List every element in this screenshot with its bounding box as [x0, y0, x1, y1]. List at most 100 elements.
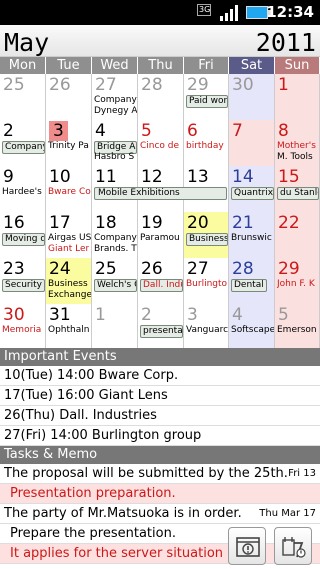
year-title[interactable]: 2011: [256, 28, 316, 57]
today-calendar-button[interactable]: [274, 527, 312, 565]
day-event[interactable]: Exchange: [48, 290, 91, 301]
day-event[interactable]: Burlingto: [186, 279, 227, 290]
calendar-day-cell[interactable]: 3 Trinity Pa: [46, 120, 92, 166]
day-event[interactable]: Memoria: [2, 325, 41, 336]
calendar-day-cell[interactable]: 24 Business Exchange: [46, 258, 92, 304]
calendar-day-cell[interactable]: 25: [0, 74, 46, 120]
important-event-item[interactable]: 26(Thu) Dall. Industries: [0, 406, 320, 426]
day-event[interactable]: Mother's: [277, 141, 316, 152]
day-event[interactable]: Dental: [231, 279, 267, 292]
calendar-day-cell[interactable]: 22: [275, 212, 320, 258]
day-event[interactable]: Brunswic: [231, 233, 272, 244]
day-event[interactable]: Business: [186, 233, 228, 246]
day-event[interactable]: birthday: [186, 141, 224, 152]
calendar-day-cell[interactable]: 7: [229, 120, 275, 166]
calendar-day-cell[interactable]: 30: [229, 74, 275, 120]
day-event[interactable]: Company: [2, 141, 45, 154]
calendar-day-cell[interactable]: 28: [138, 74, 184, 120]
calendar-day-cell[interactable]: 29 Paid wor: [184, 74, 229, 120]
day-event[interactable]: Hardee's: [2, 187, 42, 198]
day-event[interactable]: Bware Co: [48, 187, 91, 198]
calendar-day-cell[interactable]: 1: [92, 304, 138, 350]
day-event[interactable]: Airgas US: [48, 233, 91, 244]
calendar-day-cell[interactable]: 4 Bridge Ai Hasbro S: [92, 120, 138, 166]
calendar-day-cell[interactable]: 9 Hardee's: [0, 166, 46, 212]
calendar-day-cell[interactable]: 28 Dental: [229, 258, 275, 304]
calendar-day-cell[interactable]: 27 Burlingto: [184, 258, 229, 304]
multi-day-event[interactable]: Mobile Exhibitions: [94, 187, 227, 200]
day-number: 4: [232, 305, 243, 325]
calendar-day-cell[interactable]: 17 Airgas US Giant Ler: [46, 212, 92, 258]
memo-item[interactable]: Presentation preparation.: [0, 484, 320, 504]
day-number: 4: [95, 121, 106, 141]
important-event-item[interactable]: 27(Fri) 14:00 Burlington group: [0, 426, 320, 446]
memo-item[interactable]: It applies for the server situation: [0, 544, 320, 564]
task-item[interactable]: Prepare the presentation.: [0, 524, 320, 544]
calendar-day-cell[interactable]: 15 du Stanle: [275, 166, 320, 212]
day-number: 2: [3, 121, 14, 141]
day-number: 10: [49, 167, 71, 187]
day-event[interactable]: John F. K: [277, 279, 315, 290]
calendar-day-cell[interactable]: 2 Company: [0, 120, 46, 166]
calendar-day-cell[interactable]: 27 Company Dynegy A: [92, 74, 138, 120]
calendar-day-cell[interactable]: 26: [46, 74, 92, 120]
calendar-day-cell[interactable]: 1: [275, 74, 320, 120]
day-event[interactable]: Softscape: [231, 325, 274, 336]
weekday-label: Wed: [92, 57, 138, 74]
day-event[interactable]: Quantrix: [231, 187, 274, 200]
day-event[interactable]: Company: [94, 95, 137, 106]
calendar-day-cell[interactable]: 29 John F. K: [275, 258, 320, 304]
day-event[interactable]: presenta: [140, 325, 183, 338]
task-item[interactable]: The proposal will be submitted by the 25…: [0, 464, 320, 484]
important-event-item[interactable]: 10(Tue) 14:00 Bware Corp.: [0, 366, 320, 386]
calendar-day-cell[interactable]: 31 Ophthaln: [46, 304, 92, 350]
task-item[interactable]: The party of Mr.Matsuoka is in order. Thu…: [0, 504, 320, 524]
day-event[interactable]: Ophthaln: [48, 325, 89, 336]
calendar-day-cell[interactable]: 4 Softscape: [229, 304, 275, 350]
day-event[interactable]: Paid wor: [186, 95, 228, 108]
day-event[interactable]: Company: [94, 233, 137, 244]
important-event-item[interactable]: 17(Tue) 16:00 Giant Lens: [0, 386, 320, 406]
day-number: 17: [49, 213, 71, 233]
alert-button[interactable]: [228, 527, 266, 565]
day-number: 26: [49, 75, 71, 95]
day-event[interactable]: Cinco de: [140, 141, 179, 152]
day-number: 25: [95, 259, 117, 279]
day-event[interactable]: Moving d: [2, 233, 45, 246]
day-event[interactable]: Dynegy A: [94, 106, 137, 117]
day-event[interactable]: du Stanle: [277, 187, 319, 200]
battery-icon: [246, 6, 271, 19]
day-event[interactable]: Dall. Indu: [140, 279, 183, 292]
calendar-day-cell[interactable]: 2 presenta: [138, 304, 184, 350]
day-event[interactable]: Trinity Pa: [48, 141, 89, 152]
day-event[interactable]: Paramou: [140, 233, 180, 244]
weekday-label: Fri: [184, 57, 229, 74]
day-event[interactable]: Brands. T: [94, 244, 137, 255]
calendar-day-cell[interactable]: 8 Mother's M. Tools: [275, 120, 320, 166]
day-event[interactable]: Vanguarc: [186, 325, 228, 336]
calendar-day-cell[interactable]: 30 Memoria: [0, 304, 46, 350]
calendar-day-cell[interactable]: 23 Security: [0, 258, 46, 304]
calendar-day-cell[interactable]: 19 Paramou: [138, 212, 184, 258]
day-event[interactable]: M. Tools: [277, 152, 313, 163]
day-event[interactable]: Security: [2, 279, 45, 292]
calendar-day-cell[interactable]: 20 Business: [184, 212, 229, 258]
calendar-day-cell[interactable]: 21 Brunswic: [229, 212, 275, 258]
calendar-day-cell[interactable]: 3 Vanguarc: [184, 304, 229, 350]
calendar-day-cell[interactable]: 16 Moving d: [0, 212, 46, 258]
calendar-day-cell[interactable]: 6 birthday: [184, 120, 229, 166]
calendar-day-cell[interactable]: 25 Welch's C: [92, 258, 138, 304]
day-event[interactable]: Hasbro S: [94, 152, 134, 163]
day-event[interactable]: Business: [48, 279, 88, 290]
task-date: Thu Mar 17: [259, 508, 316, 519]
calendar-day-cell[interactable]: 5 Cinco de: [138, 120, 184, 166]
day-event[interactable]: Emerson: [277, 325, 317, 336]
calendar-day-cell[interactable]: 26 Dall. Indu: [138, 258, 184, 304]
calendar-day-cell[interactable]: 5 Emerson: [275, 304, 320, 350]
day-event[interactable]: Giant Ler: [48, 244, 89, 255]
month-title[interactable]: May: [4, 28, 49, 57]
calendar-day-cell[interactable]: 14 Quantrix: [229, 166, 275, 212]
calendar-day-cell[interactable]: 18 Company Brands. T: [92, 212, 138, 258]
day-event[interactable]: Welch's C: [94, 279, 137, 292]
calendar-day-cell[interactable]: 10 Bware Co: [46, 166, 92, 212]
